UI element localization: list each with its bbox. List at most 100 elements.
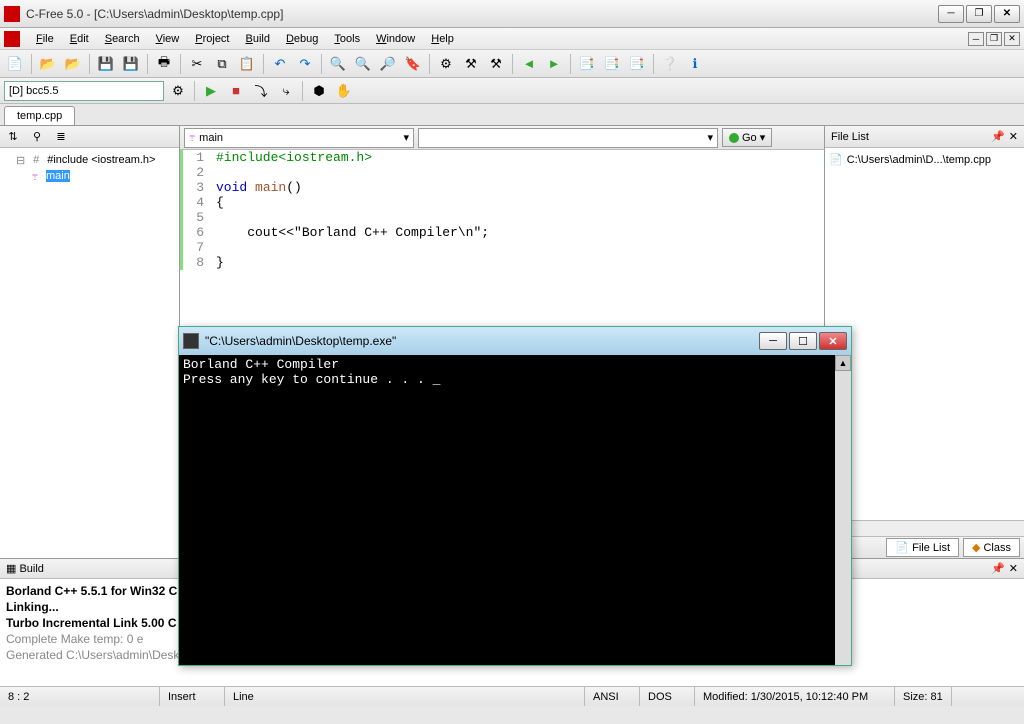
- minimize-button[interactable]: ─: [938, 5, 964, 23]
- console-minimize-button[interactable]: ─: [759, 332, 787, 350]
- symbol-tree: ⊟ # #include <iostream.h> ߹ main: [0, 148, 179, 558]
- undo-icon[interactable]: ↶: [269, 53, 291, 75]
- console-maximize-button[interactable]: ☐: [789, 332, 817, 350]
- console-scrollbar[interactable]: ▲: [835, 355, 851, 665]
- tool1-icon[interactable]: 📑: [576, 53, 598, 75]
- console-output[interactable]: Borland C++ Compiler Press any key to co…: [179, 355, 835, 665]
- app-title: C-Free 5.0 - [C:\Users\admin\Desktop\tem…: [26, 7, 938, 21]
- tab-file-list[interactable]: 📄 File List: [886, 538, 959, 557]
- file-list-panel: File List 📌 ✕ 📄 C:\Users\admin\D...\temp…: [824, 126, 1024, 558]
- main-toolbar: 📄 📂 📂 💾 💾 🖶 ✂ ⧉ 📋 ↶ ↷ 🔍 🔍 🔎 🔖 ⚙ ⚒ ⚒ ◄ ► …: [0, 50, 1024, 78]
- menu-search[interactable]: Search: [97, 30, 148, 48]
- app-titlebar: C-Free 5.0 - [C:\Users\admin\Desktop\tem…: [0, 0, 1024, 28]
- run-icon[interactable]: ▶: [200, 80, 222, 102]
- scope-combo[interactable]: ▾: [418, 128, 718, 148]
- editor-tabstrip: temp.cpp: [0, 104, 1024, 126]
- tool3-icon[interactable]: 📑: [626, 53, 648, 75]
- stop-icon[interactable]: ■: [225, 80, 247, 102]
- open-project-icon[interactable]: 📂: [62, 53, 84, 75]
- file-list-title: File List 📌 ✕: [825, 126, 1024, 148]
- step-over-icon[interactable]: ⤵: [250, 80, 272, 102]
- find-icon[interactable]: 🔍: [327, 53, 349, 75]
- about-icon[interactable]: ℹ: [684, 53, 706, 75]
- tree-item-include[interactable]: ⊟ # #include <iostream.h>: [4, 152, 175, 168]
- console-title: "C:\Users\admin\Desktop\temp.exe": [205, 334, 759, 348]
- status-insert: Insert: [160, 687, 225, 706]
- find-in-files-icon[interactable]: 🔍: [352, 53, 374, 75]
- forward-icon[interactable]: ►: [543, 53, 565, 75]
- step-into-icon[interactable]: ⤷: [275, 80, 297, 102]
- console-titlebar[interactable]: "C:\Users\admin\Desktop\temp.exe" ─ ☐ ✕: [179, 327, 851, 355]
- tab-class[interactable]: ◆ Class: [963, 538, 1020, 557]
- menu-edit[interactable]: Edit: [62, 30, 97, 48]
- menu-project[interactable]: Project: [187, 30, 237, 48]
- build-pin-icon[interactable]: 📌: [991, 562, 1005, 575]
- go-button[interactable]: Go ▾: [722, 128, 772, 147]
- function-combo[interactable]: ߹ main ▾: [184, 128, 414, 148]
- compiler-label: [D] bcc5.5: [9, 85, 59, 97]
- maximize-button[interactable]: ❐: [966, 5, 992, 23]
- panel-close-icon[interactable]: ✕: [1009, 130, 1018, 143]
- go-dot-icon: [729, 133, 739, 143]
- menu-help[interactable]: Help: [423, 30, 462, 48]
- close-button[interactable]: ✕: [994, 5, 1020, 23]
- console-close-button[interactable]: ✕: [819, 332, 847, 350]
- breakpoint-icon[interactable]: ⬢: [308, 80, 330, 102]
- rebuild-icon[interactable]: ⚒: [485, 53, 507, 75]
- file-list-icon: 📄: [895, 541, 909, 554]
- compile-icon[interactable]: ⚙: [435, 53, 457, 75]
- function-icon: ߹: [28, 169, 42, 183]
- build-icon: ▦: [6, 563, 16, 575]
- save-all-icon[interactable]: 💾: [120, 53, 142, 75]
- open-icon[interactable]: 📂: [37, 53, 59, 75]
- help-icon[interactable]: ❔: [659, 53, 681, 75]
- copy-icon[interactable]: ⧉: [211, 53, 233, 75]
- new-file-icon[interactable]: 📄: [4, 53, 26, 75]
- tree-item-main[interactable]: ߹ main: [4, 168, 175, 184]
- panel-scrollbar[interactable]: [825, 520, 1024, 536]
- pin-icon[interactable]: 📌: [991, 130, 1005, 143]
- paste-icon[interactable]: 📋: [236, 53, 258, 75]
- file-list-item[interactable]: 📄 C:\Users\admin\D...\temp.cpp: [829, 152, 1020, 167]
- menu-tools[interactable]: Tools: [326, 30, 368, 48]
- print-icon[interactable]: 🖶: [153, 53, 175, 75]
- back-icon[interactable]: ◄: [518, 53, 540, 75]
- menu-file[interactable]: File: [28, 30, 62, 48]
- save-icon[interactable]: 💾: [95, 53, 117, 75]
- menu-debug[interactable]: Debug: [278, 30, 326, 48]
- mdi-minimize-button[interactable]: ─: [968, 32, 984, 46]
- right-panel-tabs: 📄 File List ◆ Class: [825, 536, 1024, 558]
- mdi-icon: [4, 31, 20, 47]
- sort-icon[interactable]: ⇅: [2, 126, 24, 148]
- build-icon[interactable]: ⚒: [460, 53, 482, 75]
- list-icon[interactable]: ≣: [50, 126, 72, 148]
- bookmark-icon[interactable]: 🔖: [402, 53, 424, 75]
- mdi-restore-button[interactable]: ❐: [986, 32, 1002, 46]
- app-icon: [4, 6, 20, 22]
- debug-toolbar: [D] bcc5.5 ⚙ ▶ ■ ⤵ ⤷ ⬢ ✋: [0, 78, 1024, 104]
- status-eol: DOS: [640, 687, 695, 706]
- compiler-config-icon[interactable]: ⚙: [167, 80, 189, 102]
- status-encoding: ANSI: [585, 687, 640, 706]
- class-icon: ◆: [972, 541, 980, 554]
- scroll-up-icon[interactable]: ▲: [835, 355, 851, 371]
- build-close-icon[interactable]: ✕: [1009, 562, 1018, 575]
- console-icon: [183, 333, 199, 349]
- mdi-close-button[interactable]: ✕: [1004, 32, 1020, 46]
- status-size: Size: 81: [895, 687, 952, 706]
- status-line: Line: [225, 687, 585, 706]
- hand-icon[interactable]: ✋: [333, 80, 355, 102]
- menu-window[interactable]: Window: [368, 30, 423, 48]
- symbol-panel-toolbar: ⇅ ⚲ ≣: [0, 126, 179, 148]
- tab-temp-cpp[interactable]: temp.cpp: [4, 106, 75, 125]
- redo-icon[interactable]: ↷: [294, 53, 316, 75]
- function-icon: ߹: [189, 131, 195, 144]
- filter-icon[interactable]: ⚲: [26, 126, 48, 148]
- cut-icon[interactable]: ✂: [186, 53, 208, 75]
- menu-build[interactable]: Build: [238, 30, 278, 48]
- menu-view[interactable]: View: [148, 30, 188, 48]
- replace-icon[interactable]: 🔎: [377, 53, 399, 75]
- status-modified: Modified: 1/30/2015, 10:12:40 PM: [695, 687, 895, 706]
- tool2-icon[interactable]: 📑: [601, 53, 623, 75]
- compiler-combo[interactable]: [D] bcc5.5: [4, 81, 164, 101]
